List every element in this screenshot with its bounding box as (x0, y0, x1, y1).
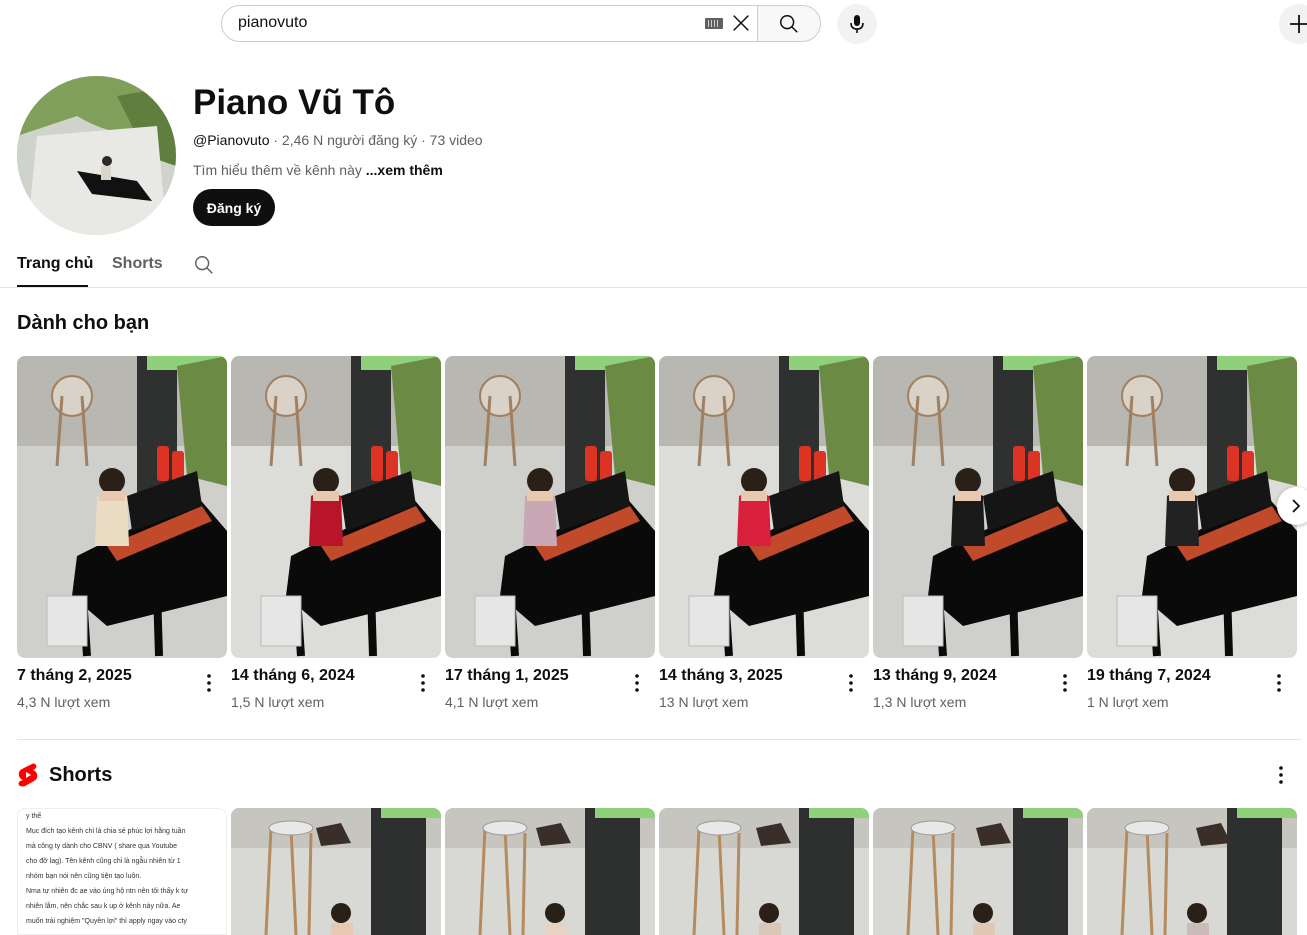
video-card[interactable]: 14 tháng 3, 2025 13 N lượt xem (659, 356, 869, 710)
see-more-link[interactable]: ...xem thêm (366, 162, 443, 178)
search-icon (780, 15, 798, 33)
video-thumbnail[interactable] (17, 356, 227, 658)
plus-icon (1290, 15, 1307, 33)
video-more-icon[interactable] (200, 672, 218, 694)
thumbnail-image (1087, 356, 1297, 658)
video-more-icon[interactable] (628, 672, 646, 694)
video-thumbnail[interactable] (231, 356, 441, 658)
short-text-line: y thế (26, 813, 42, 820)
channel-stats: · 2,46 N người đăng ký · 73 video (269, 132, 483, 148)
channel-about-text: Tìm hiểu thêm về kênh này (193, 162, 366, 178)
search-button[interactable] (757, 5, 821, 42)
short-thumbnail[interactable] (873, 808, 1083, 935)
channel-handle: @Pianovuto (193, 132, 270, 148)
short-text-line: mà công ty dành cho CBNV ( share qua You… (26, 843, 177, 850)
video-title[interactable]: 13 tháng 9, 2024 (873, 666, 997, 686)
video-title[interactable]: 14 tháng 3, 2025 (659, 666, 783, 686)
microphone-icon (850, 15, 864, 33)
short-thumbnail-text[interactable]: y thế Mục đích tạo kênh chỉ là chia sẻ p… (17, 808, 227, 935)
carousel-next-button[interactable] (1277, 487, 1307, 525)
video-more-icon[interactable] (1270, 672, 1288, 694)
video-thumbnail[interactable] (659, 356, 869, 658)
video-more-icon[interactable] (842, 672, 860, 694)
video-more-icon[interactable] (1056, 672, 1074, 694)
tab-shorts[interactable]: Shorts (112, 255, 163, 273)
video-thumbnail[interactable] (1087, 356, 1297, 658)
channel-avatar[interactable] (17, 76, 176, 235)
voice-search-button[interactable] (837, 4, 877, 44)
channel-name: Piano Vũ Tô (193, 83, 396, 122)
video-card[interactable]: 13 tháng 9, 2024 1,3 N lượt xem (873, 356, 1083, 710)
video-views: 1 N lượt xem (1087, 694, 1169, 710)
short-thumbnail-image (231, 808, 441, 935)
thumbnail-image (659, 356, 869, 658)
short-thumbnail-image (873, 808, 1083, 935)
video-thumbnail[interactable] (873, 356, 1083, 658)
short-thumbnail[interactable] (659, 808, 869, 935)
video-views: 1,3 N lượt xem (873, 694, 967, 710)
keyboard-icon[interactable] (705, 18, 723, 29)
thumbnail-image (231, 356, 441, 658)
search-box[interactable] (221, 5, 757, 42)
short-thumbnail[interactable] (231, 808, 441, 935)
thumbnail-image (17, 356, 227, 658)
channel-search-icon[interactable] (193, 254, 215, 276)
chevron-right-icon (1292, 499, 1301, 513)
short-thumbnail-image (1087, 808, 1297, 935)
short-thumbnail-image (659, 808, 869, 935)
video-title[interactable]: 7 tháng 2, 2025 (17, 666, 132, 686)
section-divider (17, 739, 1301, 740)
video-title[interactable]: 14 tháng 6, 2024 (231, 666, 355, 686)
short-text-line: cho đỡ lag). Tên kênh cũng chỉ là ngẫu n… (26, 858, 181, 865)
thumbnail-image (873, 356, 1083, 658)
short-text-line: nhiên lắm, nên chắc sau k up ở kênh này … (26, 903, 181, 910)
short-text-line: Mục đích tạo kênh chỉ là chia sẻ phúc lợ… (26, 828, 186, 835)
channel-avatar-image (17, 76, 176, 235)
video-views: 4,3 N lượt xem (17, 694, 111, 710)
video-card[interactable]: 19 tháng 7, 2024 1 N lượt xem (1087, 356, 1297, 710)
video-card[interactable]: 17 tháng 1, 2025 4,1 N lượt xem (445, 356, 655, 710)
short-text-line: Nma tự nhiên đc ae vào ủng hộ ntn nên tô… (26, 888, 188, 895)
tab-home[interactable]: Trang chủ (17, 255, 93, 273)
video-card[interactable]: 7 tháng 2, 2025 4,3 N lượt xem (17, 356, 227, 710)
create-button[interactable] (1279, 4, 1307, 44)
shorts-logo-icon (18, 763, 38, 787)
clear-search-icon[interactable] (730, 12, 752, 34)
short-text-line: muốn trải nghiệm "Quyền lợi" thì apply n… (26, 918, 187, 925)
video-title[interactable]: 19 tháng 7, 2024 (1087, 666, 1211, 686)
channel-meta: @Pianovuto · 2,46 N người đăng ký · 73 v… (193, 131, 483, 149)
video-card[interactable]: 14 tháng 6, 2024 1,5 N lượt xem (231, 356, 441, 710)
short-text-line: nhóm bạn nói nên cũng tiện tạo luôn. (26, 873, 142, 880)
channel-about[interactable]: Tìm hiểu thêm về kênh này ...xem thêm (193, 161, 443, 179)
shorts-more-icon[interactable] (1272, 764, 1290, 786)
subscribe-button[interactable]: Đăng ký (193, 189, 275, 226)
section-title-shorts: Shorts (49, 764, 113, 786)
section-title-for-you: Dành cho bạn (17, 312, 150, 334)
short-thumbnail[interactable] (1087, 808, 1297, 935)
video-thumbnail[interactable] (445, 356, 655, 658)
video-views: 1,5 N lượt xem (231, 694, 325, 710)
video-title[interactable]: 17 tháng 1, 2025 (445, 666, 569, 686)
short-thumbnail[interactable] (445, 808, 655, 935)
tabs-divider (0, 287, 1307, 288)
video-views: 4,1 N lượt xem (445, 694, 539, 710)
search-input[interactable] (238, 14, 678, 32)
short-thumbnail-image (445, 808, 655, 935)
video-more-icon[interactable] (414, 672, 432, 694)
video-views: 13 N lượt xem (659, 694, 749, 710)
thumbnail-image (445, 356, 655, 658)
